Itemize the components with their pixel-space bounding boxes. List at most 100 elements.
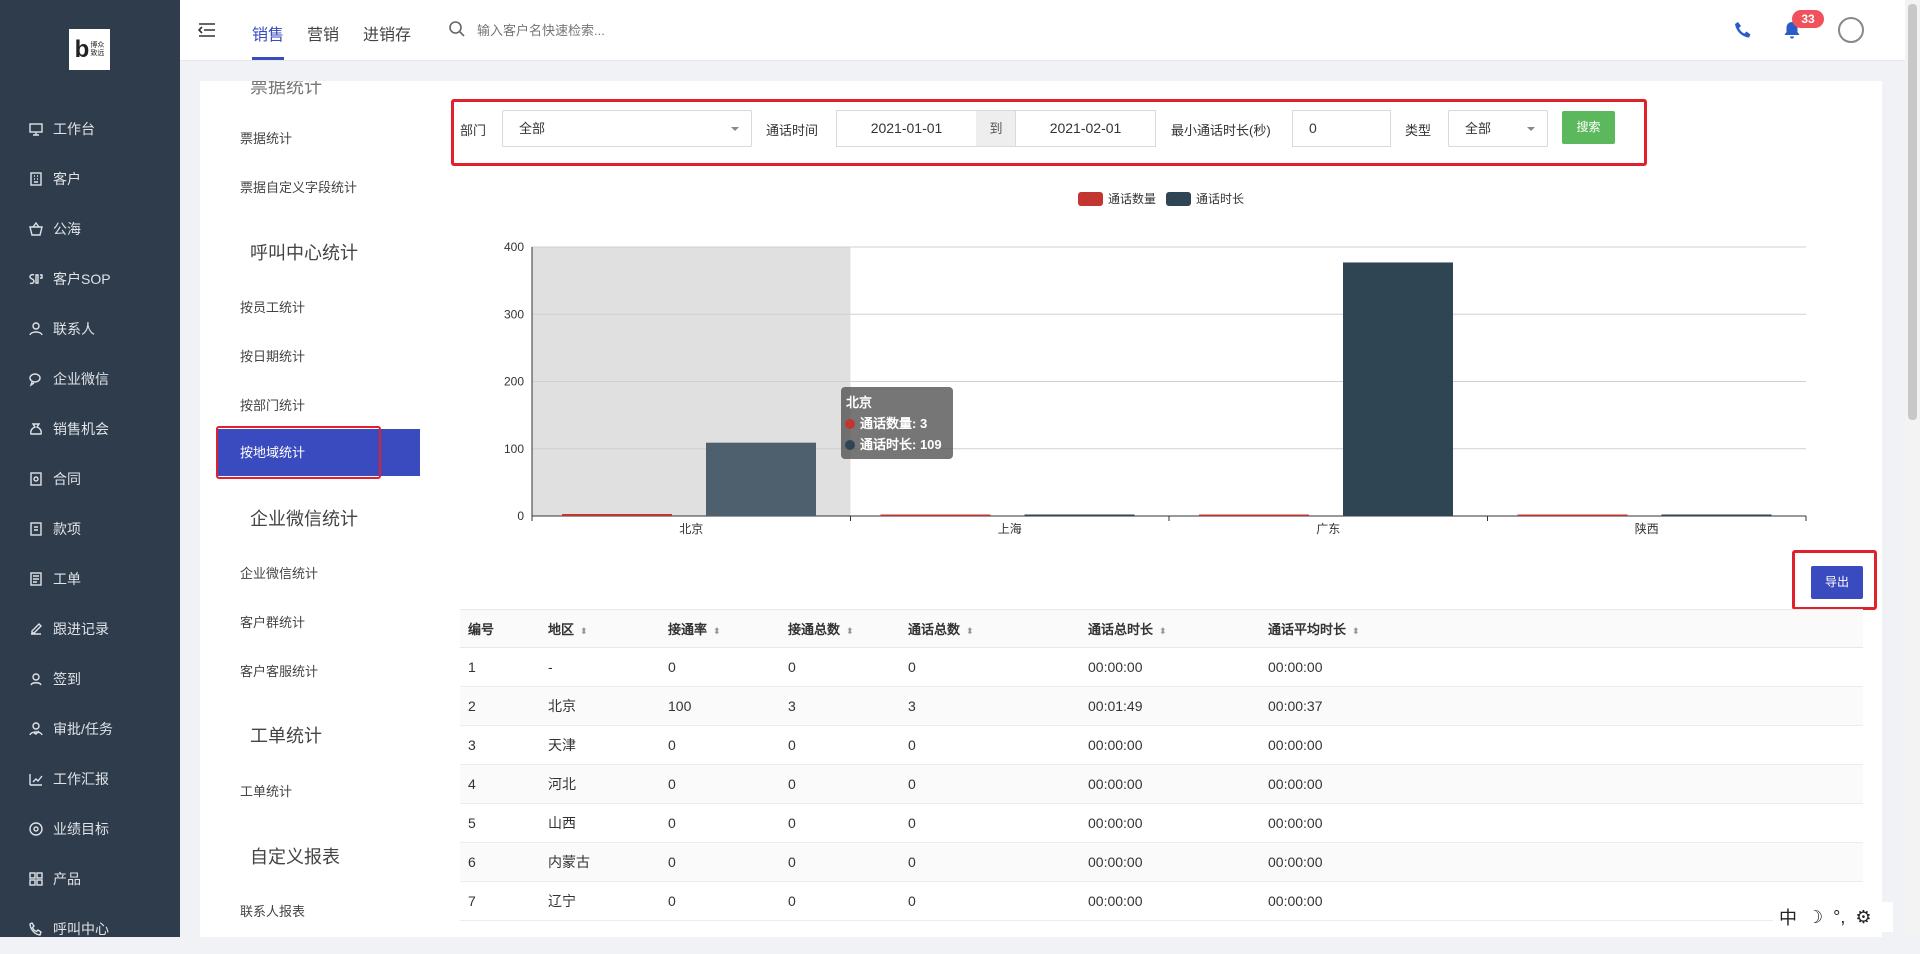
dept-select-value: 全部 bbox=[519, 121, 546, 136]
table-cell: 00:00:00 bbox=[1080, 881, 1260, 921]
sidebar-item-1[interactable]: 工作台 bbox=[0, 104, 180, 154]
menu-collapse-icon[interactable] bbox=[197, 20, 217, 40]
search-icon bbox=[449, 21, 465, 37]
sidebar-item-12[interactable]: 签到 bbox=[0, 654, 180, 704]
sidebar-item-label: 业绩目标 bbox=[53, 821, 109, 837]
subnav-item[interactable]: 票据自定义字段统计 bbox=[240, 177, 357, 196]
subnav-group-title: 呼叫中心统计 bbox=[250, 243, 358, 263]
sidebar-item-label: 审批/任务 bbox=[53, 721, 113, 737]
sidebar-item-5[interactable]: 联系人 bbox=[0, 304, 180, 354]
sidebar-item-8[interactable]: 合同 bbox=[0, 454, 180, 504]
sidebar-item-2[interactable]: 客户 bbox=[0, 154, 180, 204]
sort-icon[interactable]: ⬍ bbox=[580, 626, 588, 636]
subnav-item[interactable]: 客户群统计 bbox=[240, 612, 305, 631]
y-tick-label: 400 bbox=[504, 240, 524, 254]
column-header[interactable]: 通话总时长 ⬍ bbox=[1080, 609, 1260, 648]
min-duration-input[interactable]: 0 bbox=[1292, 110, 1391, 147]
column-header[interactable]: 接通率 ⬍ bbox=[660, 609, 780, 648]
punctuation-mode-icon[interactable]: °, bbox=[1833, 907, 1845, 928]
column-header[interactable]: 地区 ⬍ bbox=[540, 609, 660, 648]
sidebar-item-9[interactable]: 款项 bbox=[0, 504, 180, 554]
ime-language-indicator[interactable]: 中 bbox=[1779, 904, 1797, 930]
date-from-input[interactable]: 2021-01-01 bbox=[836, 110, 977, 147]
contract-icon bbox=[28, 471, 44, 487]
sidebar-item-label: 企业微信 bbox=[53, 371, 109, 387]
export-button[interactable]: 导出 bbox=[1811, 566, 1863, 599]
table-cell: 内蒙古 bbox=[540, 842, 660, 882]
subnav-item[interactable]: 企业微信统计 bbox=[240, 563, 318, 582]
table-cell: 0 bbox=[900, 725, 1080, 765]
subnav-item-active[interactable]: 按地域统计 bbox=[216, 429, 420, 476]
subnav-item[interactable]: 票据统计 bbox=[240, 128, 292, 147]
table-cell: 100 bbox=[660, 686, 780, 726]
subnav-item[interactable]: 客户客服统计 bbox=[240, 661, 318, 680]
sidebar-item-13[interactable]: 审批/任务 bbox=[0, 704, 180, 754]
ime-toolbar[interactable]: 中 ☽ °, ⚙ bbox=[1773, 902, 1893, 932]
subnav-item[interactable]: 按部门统计 bbox=[240, 395, 305, 414]
table-cell: 天津 bbox=[540, 725, 660, 765]
desktop-icon bbox=[28, 121, 44, 137]
scrollbar-thumb[interactable] bbox=[1908, 4, 1917, 420]
sidebar-item-4[interactable]: 客户SOP bbox=[0, 254, 180, 304]
sort-icon[interactable]: ⬍ bbox=[1159, 626, 1167, 636]
sidebar-item-10[interactable]: 工单 bbox=[0, 554, 180, 604]
sidebar-item-16[interactable]: 产品 bbox=[0, 854, 180, 904]
tab-inventory[interactable]: 进销存 bbox=[363, 21, 411, 45]
grid-icon bbox=[28, 871, 44, 887]
y-tick-label: 0 bbox=[517, 509, 524, 523]
table-cell: 00:00:00 bbox=[1080, 803, 1260, 843]
subnav-item[interactable]: 按员工统计 bbox=[240, 297, 305, 316]
sidebar-item-label: 客户 bbox=[53, 171, 81, 187]
y-tick-label: 200 bbox=[504, 375, 524, 389]
y-tick-label: 100 bbox=[504, 442, 524, 456]
chevron-down-icon bbox=[1527, 127, 1535, 131]
subnav-item[interactable]: 工单统计 bbox=[240, 781, 292, 800]
sort-icon[interactable]: ⬍ bbox=[846, 626, 854, 636]
tab-marketing[interactable]: 营销 bbox=[307, 21, 339, 45]
sidebar-item-17[interactable]: 呼叫中心 bbox=[0, 904, 180, 954]
type-select[interactable]: 全部 bbox=[1448, 110, 1548, 147]
sidebar-item-6[interactable]: 企业微信 bbox=[0, 354, 180, 404]
legend-swatch bbox=[1166, 192, 1191, 206]
sort-icon[interactable]: ⬍ bbox=[966, 626, 974, 636]
table-cell: 00:00:00 bbox=[1260, 803, 1863, 843]
dept-select[interactable]: 全部 bbox=[502, 110, 752, 147]
phone-icon[interactable] bbox=[1733, 20, 1753, 40]
search-button[interactable]: 搜索 bbox=[1562, 111, 1615, 144]
call-time-label: 通话时间 bbox=[766, 123, 819, 138]
subnav-item[interactable]: 按日期统计 bbox=[240, 346, 305, 365]
type-select-value: 全部 bbox=[1465, 121, 1492, 136]
sidebar-item-14[interactable]: 工作汇报 bbox=[0, 754, 180, 804]
customer-search-input[interactable] bbox=[477, 19, 717, 41]
table-cell: 0 bbox=[660, 647, 780, 687]
gear-icon[interactable]: ⚙ bbox=[1855, 907, 1871, 928]
column-header-label: 通话总数 bbox=[908, 622, 961, 637]
sort-icon[interactable]: ⬍ bbox=[713, 626, 721, 636]
moon-icon[interactable]: ☽ bbox=[1807, 907, 1823, 928]
sort-icon[interactable]: ⬍ bbox=[1352, 626, 1360, 636]
table-cell: 7 bbox=[460, 881, 540, 921]
sidebar-item-7[interactable]: 销售机会 bbox=[0, 404, 180, 454]
table-cell: 6 bbox=[460, 842, 540, 882]
column-header[interactable]: 通话平均时长 ⬍ bbox=[1260, 609, 1863, 648]
bar-call-duration bbox=[706, 442, 816, 516]
subnav-item[interactable]: 联系人报表 bbox=[240, 901, 305, 920]
table-cell: 0 bbox=[900, 842, 1080, 882]
bar-call-duration bbox=[1661, 514, 1772, 516]
table-cell: 0 bbox=[900, 803, 1080, 843]
user-avatar[interactable] bbox=[1838, 17, 1864, 43]
company-logo[interactable]: b 博众 致远 bbox=[69, 29, 110, 70]
sidebar-item-3[interactable]: 公海 bbox=[0, 204, 180, 254]
sidebar: b 博众 致远 工作台客户公海 客户SOP 联系人企业微信销售机会 合同 款项 工单 跟进记录… bbox=[0, 0, 180, 937]
sidebar-item-15[interactable]: 业绩目标 bbox=[0, 804, 180, 854]
tab-sales[interactable]: 销售 bbox=[252, 21, 284, 45]
min-duration-label: 最小通话时长(秒) bbox=[1171, 123, 1271, 138]
sidebar-item-11[interactable]: 跟进记录 bbox=[0, 604, 180, 654]
date-range-separator: 到 bbox=[976, 110, 1016, 147]
table-cell: 4 bbox=[460, 764, 540, 804]
subnav-partial-heading: 票据统计 bbox=[250, 81, 322, 97]
column-header[interactable]: 接通总数 ⬍ bbox=[780, 609, 900, 648]
column-header[interactable]: 通话总数 ⬍ bbox=[900, 609, 1080, 648]
date-to-input[interactable]: 2021-02-01 bbox=[1015, 110, 1156, 147]
table-cell: 1 bbox=[460, 647, 540, 687]
